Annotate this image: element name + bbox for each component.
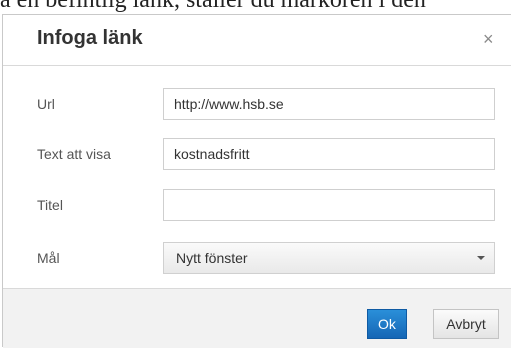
title-input[interactable] [163,189,495,221]
cancel-button[interactable]: Avbryt [433,309,499,339]
dialog-footer: Ok Avbryt [3,288,511,348]
ok-button[interactable]: Ok [367,309,407,339]
dialog-title: Infoga länk [37,27,143,49]
dialog-header: Infoga länk × [3,15,511,66]
chevron-down-icon [477,256,485,260]
target-label: Mål [37,250,60,266]
background-document-text: a en befintlig länk, ställer du markören… [0,0,511,12]
target-select[interactable]: Nytt fönster [163,242,495,274]
target-select-value: Nytt fönster [176,250,248,266]
close-icon[interactable]: × [483,29,494,50]
display-text-label: Text att visa [37,146,111,162]
url-input[interactable] [163,88,495,120]
display-text-input[interactable] [163,138,495,170]
url-label: Url [37,96,55,112]
insert-link-dialog: Infoga länk × Url Text att visa Titel Må… [2,14,511,348]
title-label: Titel [37,197,63,213]
